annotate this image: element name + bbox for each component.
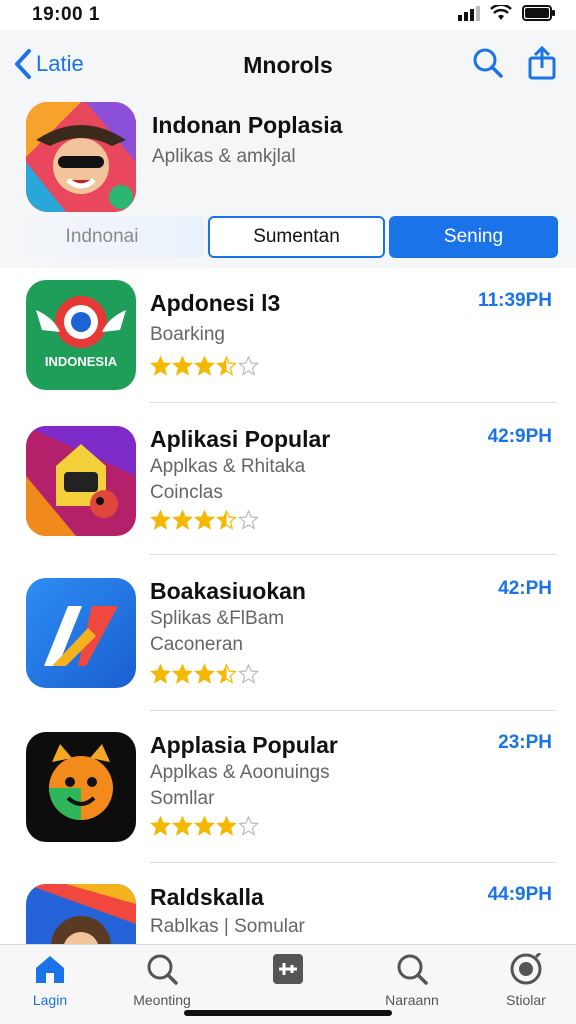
- app-icon: [26, 884, 136, 944]
- app-icon: [26, 578, 136, 688]
- star-icon: [194, 510, 215, 530]
- rating-stars: [150, 816, 259, 836]
- tab-label: Meonting: [133, 992, 191, 1008]
- star-icon: [150, 664, 171, 684]
- app-category-2: Caconeran: [150, 634, 243, 655]
- signal-icon: [458, 6, 480, 21]
- app-category-2: Somllar: [150, 788, 215, 809]
- nav-bar: Latie Mnorols: [0, 44, 576, 88]
- app-category: Boarking: [150, 324, 225, 345]
- rating-stars: [150, 356, 259, 376]
- star-icon: [172, 664, 193, 684]
- segment-sening[interactable]: Sening: [389, 216, 558, 258]
- home-icon: [36, 956, 64, 983]
- list-item[interactable]: Applasia Popular 23:PH Applkas & Aoonuin…: [0, 720, 576, 874]
- segment-sumentan[interactable]: Sumentan: [208, 216, 385, 258]
- divider: [150, 554, 556, 555]
- app-name: Raldskalla: [150, 884, 264, 910]
- app-category-2: Coinclas: [150, 482, 223, 503]
- status-bar: 19:00 1: [0, 0, 576, 30]
- star-icon: [194, 664, 215, 684]
- featured-app-icon: [26, 102, 136, 212]
- star-icon: [194, 356, 215, 376]
- status-time: 19:00 1: [32, 4, 100, 25]
- star-icon: [172, 356, 193, 376]
- star-icon: [216, 356, 237, 376]
- tab-search-2[interactable]: Naraann: [362, 953, 462, 1008]
- divider: [150, 862, 556, 863]
- header-section: Latie Mnorols Indonan Poplasia Aplikas &…: [0, 30, 576, 268]
- featured-subtitle: Aplikas & amkjlal: [152, 146, 296, 167]
- star-icon: [216, 664, 237, 684]
- tab-bar: Lagin Meonting Naraann Stiolar: [0, 944, 576, 1024]
- nav-actions: [472, 46, 556, 80]
- star-icon: [216, 510, 237, 530]
- app-time: 11:39PH: [478, 290, 552, 311]
- list-item[interactable]: Aplikasi Popular 42:9PH Applkas & Rhitak…: [0, 414, 576, 568]
- profile-icon: [510, 951, 542, 985]
- star-icon: [172, 510, 193, 530]
- app-time: 23:PH: [498, 732, 552, 753]
- star-icon: [150, 356, 171, 376]
- app-name: Applasia Popular: [150, 732, 338, 758]
- app-time: 42:9PH: [487, 426, 552, 447]
- app-icon-text: INDONESIA: [45, 354, 118, 369]
- home-indicator: [184, 1010, 392, 1016]
- star-icon: [194, 816, 215, 836]
- tab-profile[interactable]: Stiolar: [476, 951, 576, 1008]
- app-name: Apdonesi l3: [150, 290, 281, 316]
- divider: [150, 402, 556, 403]
- search-icon: [147, 954, 178, 985]
- star-icon: [172, 816, 193, 836]
- search-icon: [397, 954, 428, 985]
- divider: [150, 710, 556, 711]
- app-time: 44:9PH: [487, 884, 552, 905]
- rating-stars: [150, 510, 259, 530]
- tab-apps[interactable]: [238, 953, 338, 992]
- star-icon: [150, 510, 171, 530]
- app-icon: [26, 426, 136, 536]
- tab-label: Naraann: [385, 992, 439, 1008]
- segment-indnonai[interactable]: Indnonai: [0, 216, 204, 258]
- star-icon: [238, 510, 259, 530]
- star-icon: [238, 356, 259, 376]
- apps-icon: [273, 954, 303, 984]
- tab-search[interactable]: Meonting: [112, 953, 212, 1008]
- app-time: 42:PH: [498, 578, 552, 599]
- app-name: Boakasiuokan: [150, 578, 306, 604]
- search-icon[interactable]: [472, 46, 504, 80]
- rating-stars: [150, 664, 259, 684]
- app-category: Splikas &FlBam: [150, 608, 285, 629]
- list-item[interactable]: Boakasiuokan 42:PH Splikas &FlBam Cacone…: [0, 566, 576, 720]
- list-item[interactable]: Raldskalla 44:9PH Rablkas | Somular: [0, 872, 576, 944]
- app-name: Aplikasi Popular: [150, 426, 331, 452]
- status-icons: [458, 5, 556, 21]
- star-icon: [216, 816, 237, 836]
- featured-title: Indonan Poplasia: [152, 112, 343, 138]
- app-list: INDONESIA Apdonesi l3 11:39PH Boarking A…: [0, 268, 576, 944]
- tab-label: Stiolar: [506, 992, 546, 1008]
- app-category: Rablkas | Somular: [150, 916, 305, 937]
- featured-app[interactable]: Indonan Poplasia Aplikas & amkjlal: [26, 102, 556, 212]
- star-icon: [150, 816, 171, 836]
- segmented-control: Indnonai Sumentan Sening: [0, 216, 576, 258]
- tab-label: Lagin: [32, 992, 68, 1008]
- star-icon: [238, 664, 259, 684]
- app-category: Applkas & Rhitaka: [150, 456, 306, 477]
- star-icon: [238, 816, 259, 836]
- app-icon: INDONESIA: [26, 280, 136, 390]
- app-category: Applkas & Aoonuings: [150, 762, 330, 783]
- tab-home[interactable]: Lagin: [0, 953, 100, 1008]
- battery-icon: [522, 5, 555, 21]
- app-icon: [26, 732, 136, 842]
- wifi-icon: [490, 5, 512, 20]
- share-icon[interactable]: [528, 46, 556, 80]
- list-item[interactable]: INDONESIA Apdonesi l3 11:39PH Boarking: [0, 268, 576, 422]
